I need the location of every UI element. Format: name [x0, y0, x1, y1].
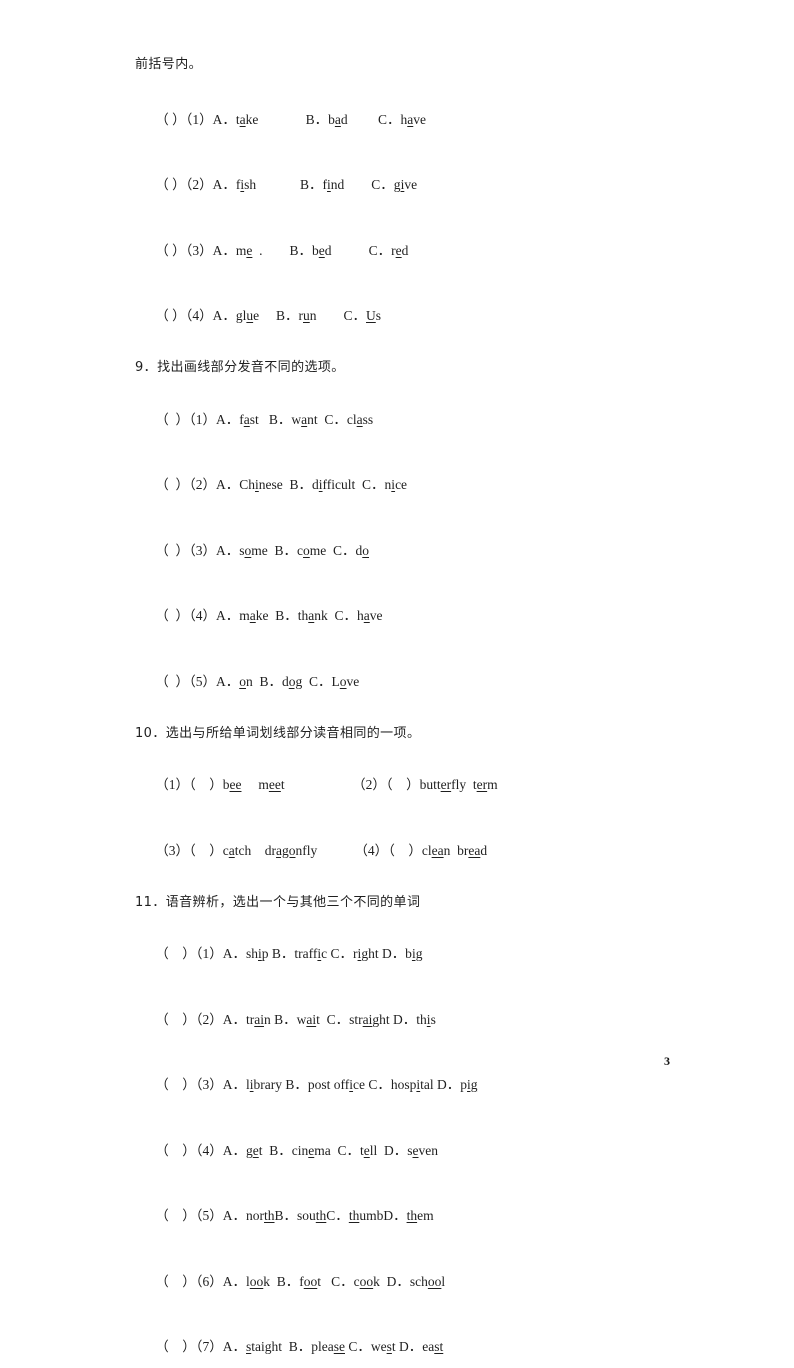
question-row: （ ）（4）A．get B．cinema C．tell D．seven — [135, 1130, 684, 1171]
question-row: （ ）（3）A．me . B．bed C．red — [135, 230, 684, 271]
question-content: A．me . B．bed C．red — [212, 242, 409, 258]
question-label: （ ）（5） — [155, 1208, 223, 1223]
question-row: （ ）（1）A．ship B．traffic C．right D．big — [135, 934, 684, 975]
question-label: （ ）（3） — [155, 542, 216, 558]
question-label: （ ）（4） — [155, 608, 216, 623]
question-row: （ ）（5）A．on B．dog C．Love — [135, 661, 684, 702]
question-row: （ ）（4）A．make B．thank C．have — [135, 596, 684, 637]
question-content: A．fast B．want C．class — [216, 411, 374, 427]
question-row: （ ）（2）A．fish B．find C．give — [135, 165, 684, 206]
section-11: 11．语音辨析，选出一个与其他三个不同的单词 （ ）（1）A．ship B．tr… — [135, 896, 684, 1368]
question-row: （ ）（7）A．staight B．please C．west D．east — [135, 1327, 684, 1368]
question-content: A．library B．post office C．hospital D．pig — [222, 1077, 478, 1092]
question-row: （ ）（1）A．fast B．want C．class — [135, 399, 684, 440]
question-row: （1）（ ）bee meet （2）（ ）butterfly term — [135, 765, 684, 806]
question-content: A．northB．southC．thumbD．them — [222, 1208, 434, 1223]
question-content: A．glue B．run C．Us — [212, 308, 382, 323]
question-label: （ ）（4） — [155, 308, 213, 323]
question-content: A．look B．foot C．cook D．school — [222, 1273, 446, 1289]
question-row: （ ）（2）A．train B．wait C．straight D．this — [135, 999, 684, 1040]
question-content: catch dragonfly （4）（ ）clean bread — [222, 842, 488, 858]
question-content: A．train B．wait C．straight D．this — [222, 1011, 436, 1027]
question-label: （ ）（4） — [155, 1142, 223, 1158]
question-row: （ ）（4）A．glue B．run C．Us — [135, 296, 684, 337]
question-row: （ ）（1）A．take B．bad C．have — [135, 99, 684, 140]
section-9: 9．找出画线部分发音不同的选项。 （ ）（1）A．fast B．want C．c… — [135, 361, 684, 702]
question-content: A．some B．come C．do — [216, 542, 370, 558]
question-label: （ ）（2） — [155, 477, 216, 492]
question-row: （ ）（3）A．some B．come C．do — [135, 530, 684, 571]
question-label: （ ）（3） — [155, 1077, 223, 1092]
question-row: （ ）（2）A．Chinese B．difficult C．nice — [135, 465, 684, 506]
question-label: （ ）（2） — [155, 1011, 223, 1027]
question-label: （ ）（1） — [155, 111, 213, 127]
section-10: 10．选出与所给单词划线部分读音相同的一项。 （1）（ ）bee meet （2… — [135, 727, 684, 871]
section-heading: 10．选出与所给单词划线部分读音相同的一项。 — [135, 725, 421, 741]
question-label: （ ）（5） — [155, 673, 216, 689]
question-content: A．Chinese B．difficult C．nice — [216, 477, 408, 492]
question-content: A．on B．dog C．Love — [216, 673, 360, 689]
question-label: （ ）（2） — [155, 177, 213, 192]
question-label: （ ）（6） — [155, 1273, 223, 1289]
question-content: A．staight B．please C．west D．east — [222, 1339, 444, 1354]
question-content: A．take B．bad C．have — [212, 111, 427, 127]
document-page: 前括号内。 （ ）（1）A．take B．bad C．have （ ）（2）A．… — [0, 0, 794, 1353]
question-row: （ ）（6）A．look B．foot C．cook D．school — [135, 1261, 684, 1302]
question-row: （ ）（3）A．library B．post office C．hospital… — [135, 1065, 684, 1106]
question-label: （1）（ ） — [155, 777, 223, 792]
section-heading: 9．找出画线部分发音不同的选项。 — [135, 360, 345, 375]
question-row: （ ）（5）A．northB．southC．thumbD．them — [135, 1196, 684, 1237]
question-label: （ ）（1） — [155, 411, 216, 427]
section-heading: 11．语音辨析，选出一个与其他三个不同的单词 — [135, 894, 421, 910]
question-content: A．fish B．find C．give — [212, 177, 418, 192]
question-content: A．make B．thank C．have — [216, 608, 383, 623]
question-label: （ ）（3） — [155, 242, 213, 258]
question-label: （ ）（1） — [155, 946, 223, 961]
intro-line: 前括号内。 — [135, 57, 203, 72]
page-number: 3 — [664, 1054, 670, 1068]
question-label: （ ）（7） — [155, 1339, 223, 1354]
question-label: （3）（ ） — [155, 842, 223, 858]
question-content: A．get B．cinema C．tell D．seven — [222, 1142, 439, 1158]
section-8-continued: （ ）（1）A．take B．bad C．have （ ）（2）A．fish B… — [135, 99, 684, 336]
question-content: bee meet （2）（ ）butterfly term — [222, 777, 498, 792]
question-row: （3）（ ）catch dragonfly （4）（ ）clean bread — [135, 830, 684, 871]
question-content: A．ship B．traffic C．right D．big — [222, 946, 423, 961]
